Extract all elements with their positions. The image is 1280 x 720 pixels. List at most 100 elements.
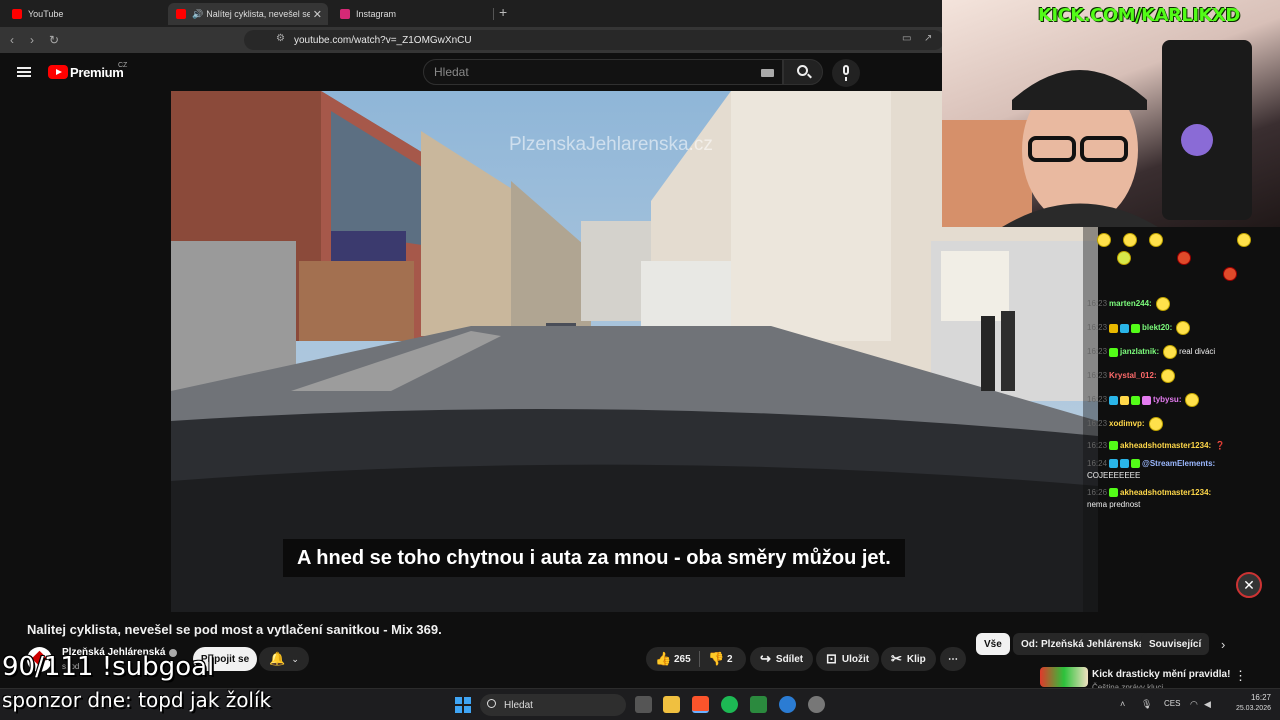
instagram-favicon-icon	[340, 9, 350, 19]
app-icon[interactable]	[779, 696, 796, 713]
forward-icon[interactable]: ›	[30, 33, 34, 47]
tab-active-video[interactable]: 🔊 Nalítej cyklista, nevešel se po ✕	[168, 3, 328, 25]
like-icon[interactable]: 👍	[655, 651, 671, 667]
task-view-icon[interactable]	[635, 696, 652, 713]
url-text[interactable]: youtube.com/watch?v=_Z1OMGwXnCU	[294, 35, 472, 46]
input-language[interactable]: CES	[1164, 699, 1180, 708]
chevron-up-icon[interactable]: ˄	[1120, 699, 1125, 709]
chat-message-continued: COJEEEEEEE	[1087, 471, 1141, 480]
emote-icon	[1185, 393, 1200, 407]
emote-icon	[1148, 417, 1163, 431]
tab-title: Instagram	[356, 9, 397, 19]
dislike-icon[interactable]: 👎	[708, 651, 724, 667]
voice-search-button[interactable]	[832, 59, 860, 87]
menu-icon[interactable]	[17, 67, 31, 77]
plus-icon[interactable]: +	[499, 4, 507, 20]
youtube-favicon-icon	[176, 9, 186, 19]
chat-message: 16:23 blekt20:	[1087, 321, 1192, 335]
emote-icon	[1237, 233, 1251, 247]
badge-icon	[1131, 395, 1141, 405]
brave-browser-icon[interactable]	[692, 696, 709, 713]
spotify-icon[interactable]	[721, 696, 738, 713]
cast-icon[interactable]: ▭	[902, 33, 911, 44]
search-input[interactable]	[423, 59, 783, 85]
app-icon[interactable]	[808, 696, 825, 713]
chevron-down-icon: ⌄	[291, 653, 299, 664]
webcam-overlay: KICK.COM/KARLIKXD	[942, 0, 1280, 227]
chip-from-channel[interactable]: Od: Plzeňská Jehlárenská	[1013, 633, 1153, 655]
site-info-icon[interactable]: ⚙	[276, 33, 285, 44]
emote-icon	[1223, 267, 1237, 281]
chevron-right-icon[interactable]: ›	[1221, 637, 1225, 652]
badge-icon	[1109, 441, 1119, 451]
tab-youtube[interactable]: YouTube	[4, 3, 164, 25]
scissors-icon: ✂	[891, 651, 902, 666]
video-subtitle: A hned se toho chytnou i auta za mnou - …	[283, 539, 905, 577]
logo-label[interactable]: Premium	[70, 65, 124, 80]
stream-chat: 16:23 marten244: 16:23 blekt20: 16:23 janzl…	[1083, 227, 1280, 620]
more-icon: ⋯	[948, 653, 958, 665]
share-button[interactable]: ↪ Sdílet	[750, 647, 814, 671]
chat-message: 16:23 marten244:	[1087, 297, 1172, 311]
chat-message: 16:23 janzlatnik: real diváci	[1087, 345, 1215, 359]
chat-message: 16:23 tybysu:	[1087, 393, 1201, 407]
emote-icon	[1097, 233, 1111, 247]
emote-icon	[1149, 233, 1163, 247]
sponsor-overlay: sponzor dne: topd jak žolík	[2, 688, 272, 712]
badge-icon	[1109, 488, 1119, 498]
like-dislike-group: 👍 265 👎 2	[646, 647, 746, 671]
chip-all[interactable]: Vše	[976, 633, 1010, 655]
dislike-count[interactable]: 2	[727, 654, 733, 665]
file-explorer-icon[interactable]	[663, 696, 680, 713]
youtube-logo-icon[interactable]	[48, 65, 68, 79]
kick-channel-url: KICK.COM/KARLIKXD	[1038, 5, 1240, 26]
app-icon[interactable]	[750, 696, 767, 713]
microphone-icon[interactable]: 🎙	[1141, 699, 1152, 710]
emote-icon	[1163, 345, 1178, 359]
save-button[interactable]: ⊡ Uložit	[816, 647, 880, 671]
clock-date[interactable]: 25.03.2026	[1221, 705, 1271, 712]
recommendation-title[interactable]: Kick drasticky mění pravidla!	[1092, 669, 1230, 680]
region-label: CZ	[118, 62, 128, 69]
share-page-icon[interactable]: ↗	[924, 33, 932, 44]
back-icon[interactable]: ‹	[10, 33, 14, 47]
emote-icon	[1123, 233, 1137, 247]
badge-icon	[1109, 459, 1119, 469]
search-icon	[487, 699, 496, 708]
clock-time[interactable]: 16:27	[1221, 693, 1271, 702]
kebab-menu-icon[interactable]: ⋮	[1234, 668, 1247, 684]
wifi-icon[interactable]: ◠	[1190, 699, 1198, 710]
speaker-icon: 🔊	[192, 8, 204, 19]
youtube-favicon-icon	[12, 9, 22, 19]
browser-toolbar: ‹ › ↻ ⌑ ⚙ youtube.com/watch?v=_Z1OMGwXnC…	[0, 27, 944, 53]
close-tab-icon[interactable]: ✕	[313, 8, 322, 21]
emote-icon	[1155, 297, 1170, 311]
search-button[interactable]	[783, 59, 823, 85]
tab-instagram[interactable]: Instagram	[332, 3, 492, 25]
keyboard-icon[interactable]	[761, 69, 774, 77]
close-icon[interactable]: ✕	[1236, 572, 1262, 598]
taskbar-search-input[interactable]	[480, 694, 626, 716]
emote-icon	[1117, 251, 1131, 265]
notifications-button[interactable]: 🔔 ⌄	[259, 647, 309, 671]
taskbar-search-placeholder: Hledat	[504, 700, 533, 711]
like-count[interactable]: 265	[674, 654, 691, 665]
badge-icon	[1131, 459, 1141, 469]
clip-button[interactable]: ✂ Klip	[881, 647, 936, 671]
video-title: Nalitej cyklista, nevešel se pod most a …	[27, 622, 442, 637]
bookmark-icon: ⊡	[826, 651, 837, 666]
windows-start-icon[interactable]	[455, 697, 471, 713]
volume-icon[interactable]: ◀	[1204, 699, 1211, 710]
microphone-icon	[843, 65, 849, 75]
tab-title: Nalítej cyklista, nevešel se po	[206, 9, 311, 19]
youtube-header: Premium CZ Hledat	[0, 53, 942, 91]
tab-divider	[493, 8, 494, 20]
reload-icon[interactable]: ↻	[49, 33, 59, 47]
more-actions-button[interactable]: ⋯	[940, 647, 966, 671]
badge-icon	[1120, 395, 1130, 405]
chip-related[interactable]: Související	[1141, 633, 1210, 655]
recommendation-thumbnail[interactable]	[1040, 667, 1088, 687]
badge-icon	[1109, 323, 1119, 333]
badge-icon	[1120, 459, 1130, 469]
emote-icon	[1160, 369, 1175, 383]
